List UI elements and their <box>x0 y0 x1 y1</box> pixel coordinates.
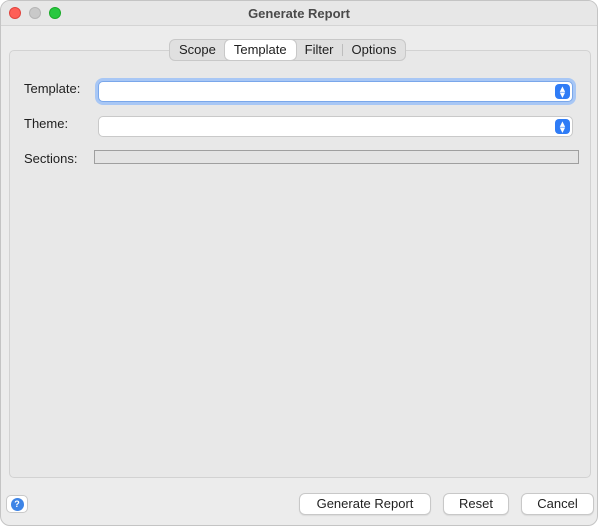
chevron-up-down-icon: ▲ ▼ <box>555 119 570 134</box>
window-title: Generate Report <box>248 6 350 21</box>
tab-content-panel <box>9 50 591 478</box>
question-mark-icon: ? <box>10 497 24 511</box>
tab-scope[interactable]: Scope <box>170 40 225 60</box>
template-label: Template: <box>24 81 81 96</box>
title-bar: Generate Report <box>1 1 597 26</box>
tab-options[interactable]: Options <box>343 40 406 60</box>
dialog-window: Generate Report Scope Template Filter Op… <box>0 0 598 526</box>
generate-report-button[interactable]: Generate Report <box>299 493 431 515</box>
theme-label: Theme: <box>24 116 69 131</box>
reset-button[interactable]: Reset <box>443 493 509 515</box>
template-select[interactable]: ▲ ▼ <box>98 81 573 102</box>
sections-label: Sections: <box>24 151 78 166</box>
tab-template[interactable]: Template <box>224 40 296 60</box>
cancel-button[interactable]: Cancel <box>521 493 594 515</box>
theme-select[interactable]: ▲ ▼ <box>98 116 573 137</box>
chevron-up-down-icon: ▲ ▼ <box>555 84 570 99</box>
help-button[interactable]: ? <box>6 495 28 513</box>
tab-filter[interactable]: Filter <box>296 40 343 60</box>
sections-list[interactable] <box>94 150 579 164</box>
tab-bar: Scope Template Filter Options <box>169 39 407 61</box>
